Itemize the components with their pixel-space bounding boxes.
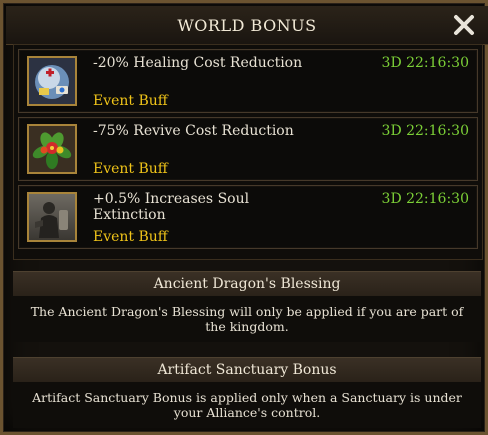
buff-item-healing: -20% Healing Cost Reduction Event Buff 3… [18,49,478,113]
panel-header: WORLD BONUS [6,6,488,45]
buff-list: -20% Healing Cost Reduction Event Buff 3… [13,44,483,260]
buff-timer: 3D 22:16:30 [381,55,469,71]
section-title-dragon-blessing: Ancient Dragon's Blessing [13,271,481,297]
section-text-artifact-sanctuary: Artifact Sanctuary Bonus is applied only… [13,382,481,428]
section-title-artifact-sanctuary: Artifact Sanctuary Bonus [13,357,481,383]
world-bonus-panel: WORLD BONUS -20% Healing Cost Reduction … [0,0,488,435]
soul-knight-icon [27,192,77,242]
buff-item-revive: -75% Revive Cost Reduction Event Buff 3D… [18,117,478,181]
buff-timer: 3D 22:16:30 [381,191,469,207]
buff-type: Event Buff [93,161,168,177]
panel-title: WORLD BONUS [177,16,317,35]
buff-item-soul: +0.5% Increases Soul Extinction Event Bu… [18,185,478,249]
buff-name: +0.5% Increases Soul Extinction [93,191,250,223]
buff-type: Event Buff [93,229,168,245]
close-icon[interactable] [452,13,476,37]
section-text-dragon-blessing: The Ancient Dragon's Blessing will only … [13,296,481,342]
healing-orb-icon [27,56,77,106]
buff-type: Event Buff [93,93,168,109]
buff-timer: 3D 22:16:30 [381,123,469,139]
buff-name: -20% Healing Cost Reduction [93,55,303,71]
revive-flower-icon [27,124,77,174]
buff-name: -75% Revive Cost Reduction [93,123,294,139]
